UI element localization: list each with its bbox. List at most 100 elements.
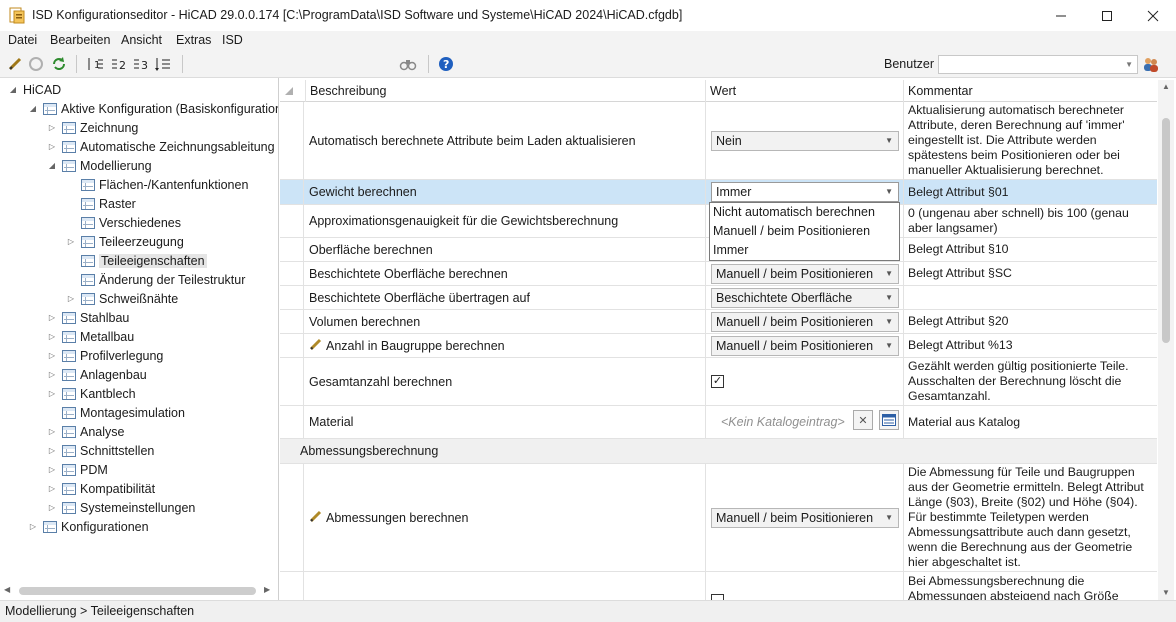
value-cell[interactable]: ✓ <box>705 358 903 405</box>
tree-item[interactable]: ▷ PDM <box>47 460 108 479</box>
chevron-down-icon[interactable]: ▼ <box>885 265 893 283</box>
menu-bearbeiten[interactable]: Bearbeiten <box>50 33 110 47</box>
tree-item[interactable]: ▷ Systemeinstellungen <box>47 498 195 517</box>
sort-all-icon[interactable] <box>154 55 172 73</box>
row-header[interactable] <box>280 334 304 357</box>
collapse-icon[interactable]: ◢ <box>8 85 18 94</box>
row-header[interactable] <box>280 464 304 571</box>
property-row[interactable]: Material <Kein Katalogeintrag> ✕ Material a… <box>280 406 1157 439</box>
minimize-button[interactable] <box>1038 0 1084 31</box>
open-catalog-button[interactable] <box>879 410 899 430</box>
menu-isd[interactable]: ISD <box>222 33 243 47</box>
tree-item[interactable]: ▷ Konfigurationen <box>28 517 149 536</box>
collapse-icon[interactable]: ◢ <box>28 104 38 113</box>
menu-datei[interactable]: Datei <box>8 33 37 47</box>
value-cell[interactable]: Manuell / beim Positionieren ▼ <box>705 310 903 333</box>
chevron-down-icon[interactable]: ▼ <box>885 132 893 150</box>
property-row[interactable]: Abmessungen berechnen Manuell / beim Posi… <box>280 464 1157 572</box>
tree-item[interactable]: Montagesimulation <box>47 403 185 422</box>
clear-catalog-button[interactable]: ✕ <box>853 410 873 430</box>
value-combobox[interactable]: Manuell / beim Positionieren ▼ <box>711 263 899 284</box>
row-header[interactable] <box>280 286 304 309</box>
expand-icon[interactable]: ▷ <box>47 389 57 398</box>
configuration-tree[interactable]: ◢ HiCAD ◢ Aktive Konfiguration (Basiskonfig… <box>0 78 279 600</box>
column-header-wert[interactable]: Wert <box>705 80 903 102</box>
help-icon[interactable]: ? <box>437 55 455 73</box>
expand-icon[interactable]: ▷ <box>47 142 57 151</box>
column-header-kommentar[interactable]: Kommentar <box>903 80 1157 102</box>
expand-icon[interactable]: ▷ <box>47 446 57 455</box>
property-row[interactable]: Anzahl in Baugruppe berechnen Manuell / b… <box>280 334 1157 358</box>
tree-item[interactable]: ▷ Stahlbau <box>47 308 129 327</box>
tree-item[interactable]: ▷ Metallbau <box>47 327 134 346</box>
tree-item[interactable]: Änderung der Teilestruktur <box>66 270 245 289</box>
value-combobox[interactable]: Manuell / beim Positionieren ▼ <box>711 335 899 356</box>
binoculars-icon[interactable] <box>399 55 417 73</box>
scrollbar-thumb[interactable] <box>1162 118 1170 343</box>
tree-item[interactable]: ▷ Schweißnähte <box>66 289 178 308</box>
row-header[interactable] <box>280 572 304 600</box>
wert-dropdown-list[interactable]: Nicht automatisch berechnen Manuell / be… <box>709 202 900 261</box>
value-cell[interactable]: Immer ▼ <box>705 180 903 204</box>
tree-item[interactable]: Verschiedenes <box>66 213 181 232</box>
value-combobox[interactable]: Manuell / beim Positionieren ▼ <box>711 507 899 528</box>
refresh-icon[interactable] <box>50 55 68 73</box>
benutzer-combobox[interactable]: ▼ <box>938 55 1138 74</box>
property-row[interactable]: Volumen berechnen Manuell / beim Position… <box>280 310 1157 334</box>
tree-item[interactable]: ▷ Analyse <box>47 422 125 441</box>
tree-item[interactable]: ◢ Modellierung <box>47 156 152 175</box>
expand-icon[interactable]: ▷ <box>47 427 57 436</box>
sort-level-1-icon[interactable]: 1 <box>86 55 104 73</box>
group-row[interactable]: Abmessungsberechnung <box>280 439 1157 464</box>
value-cell[interactable] <box>705 572 903 600</box>
property-row[interactable]: Beschichtete Oberfläche übertragen auf Be… <box>280 286 1157 310</box>
grid-vertical-scrollbar[interactable]: ▲ ▼ <box>1158 80 1174 600</box>
edit-pencil-icon[interactable] <box>6 55 24 73</box>
tree-item[interactable]: ▷ Automatische Zeichnungsableitung <box>47 137 275 156</box>
tree-item[interactable]: ▷ Schnittstellen <box>47 441 154 460</box>
expand-icon[interactable]: ▷ <box>28 522 38 531</box>
tree-item[interactable]: ◢ Aktive Konfiguration (Basiskonfiguratio… <box>28 99 278 118</box>
tree-item[interactable]: ▷ Anlagenbau <box>47 365 147 384</box>
tree-item[interactable]: Raster <box>66 194 136 213</box>
value-combobox[interactable]: Manuell / beim Positionieren ▼ <box>711 311 899 332</box>
users-icon[interactable] <box>1142 55 1160 73</box>
column-header-beschreibung[interactable]: Beschreibung <box>305 80 705 102</box>
expand-icon[interactable]: ▷ <box>47 351 57 360</box>
property-row[interactable]: Beschichtete Oberfläche berechnen Manuell… <box>280 262 1157 286</box>
tree-item[interactable]: ◢ HiCAD <box>8 80 61 99</box>
tree-item[interactable]: ▷ Kompatibilität <box>47 479 155 498</box>
expand-icon[interactable]: ▷ <box>47 370 57 379</box>
row-header[interactable] <box>280 406 304 438</box>
value-cell[interactable]: Manuell / beim Positionieren ▼ <box>705 262 903 285</box>
expand-icon[interactable]: ▷ <box>47 465 57 474</box>
dropdown-option[interactable]: Nicht automatisch berechnen <box>710 203 899 222</box>
row-header[interactable] <box>280 358 304 405</box>
value-combobox[interactable]: Immer ▼ <box>711 182 899 202</box>
maximize-button[interactable] <box>1084 0 1130 31</box>
value-combobox[interactable]: Nein ▼ <box>711 130 899 151</box>
tree-item[interactable]: ▷ Profilverlegung <box>47 346 163 365</box>
dropdown-option[interactable]: Immer <box>710 241 899 260</box>
row-header[interactable] <box>280 262 304 285</box>
sort-level-2-icon[interactable]: 2 <box>110 55 128 73</box>
scroll-right-icon[interactable]: ▶ <box>264 585 270 594</box>
chevron-down-icon[interactable]: ▼ <box>885 337 893 355</box>
value-cell[interactable]: <Kein Katalogeintrag> ✕ <box>705 406 903 438</box>
chevron-down-icon[interactable]: ▼ <box>885 313 893 331</box>
scrollbar-thumb[interactable] <box>19 587 256 595</box>
tree-horizontal-scrollbar[interactable]: ◀ ▶ <box>2 583 276 599</box>
tree-item[interactable]: Flächen-/Kantenfunktionen <box>66 175 248 194</box>
tree-item[interactable]: Teileeigenschaften <box>66 251 207 270</box>
scroll-left-icon[interactable]: ◀ <box>4 585 10 594</box>
value-cell[interactable]: Manuell / beim Positionieren ▼ <box>705 334 903 357</box>
row-header[interactable] <box>280 180 304 204</box>
value-combobox[interactable]: Beschichtete Oberfläche ▼ <box>711 287 899 308</box>
sort-corner-icon[interactable] <box>280 80 305 102</box>
collapse-icon[interactable]: ◢ <box>47 161 57 170</box>
property-row[interactable]: Bei Abmessungsberechnung die Abmessungen… <box>280 572 1157 600</box>
expand-icon[interactable]: ▷ <box>66 237 76 246</box>
dropdown-option[interactable]: Manuell / beim Positionieren <box>710 222 899 241</box>
property-row[interactable]: Gesamtanzahl berechnen ✓ Gezählt werden gü… <box>280 358 1157 406</box>
row-header[interactable] <box>280 205 304 237</box>
